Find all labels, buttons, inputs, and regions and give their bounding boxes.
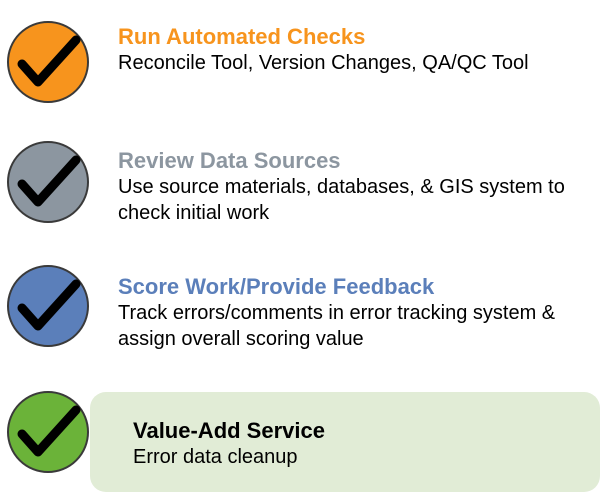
step-title: Review Data Sources (118, 148, 341, 173)
checkmark-circle-icon (4, 138, 92, 226)
step-description: Use source materials, databases, & GIS s… (118, 176, 565, 224)
checkmark-circle-icon (4, 262, 92, 350)
step-description: Reconcile Tool, Version Changes, QA/QC T… (118, 52, 529, 74)
checkmark-circle-icon (4, 388, 92, 476)
step-description: Error data cleanup (133, 446, 298, 468)
checkmark-circle-icon (4, 18, 92, 106)
step-title: Run Automated Checks (118, 24, 366, 49)
step-title: Score Work/Provide Feedback (118, 274, 435, 299)
step-title: Value-Add Service (133, 418, 325, 443)
step-description: Track errors/comments in error tracking … (118, 302, 556, 350)
